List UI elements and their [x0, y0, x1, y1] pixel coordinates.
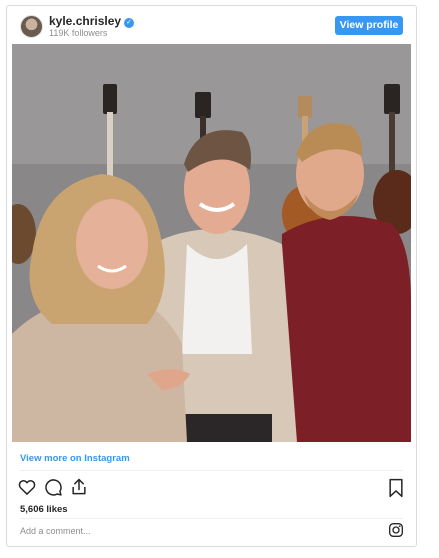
heart-icon[interactable]	[17, 477, 37, 497]
username[interactable]: kyle.chrisley	[49, 14, 121, 28]
group-photo-image	[12, 44, 411, 442]
view-more-link[interactable]: View more on Instagram	[20, 453, 130, 464]
instagram-embed: kyle.chrisley ✓ 119K followers View profi…	[6, 5, 417, 547]
comment-input[interactable]: Add a comment...	[20, 526, 91, 536]
comment-icon[interactable]	[43, 477, 63, 497]
view-profile-button[interactable]: View profile	[335, 16, 403, 35]
likes-count[interactable]: 5,606 likes	[20, 504, 68, 515]
instagram-icon[interactable]	[388, 522, 404, 538]
post-header: kyle.chrisley ✓ 119K followers View profi…	[7, 6, 416, 44]
avatar[interactable]	[20, 15, 43, 38]
bookmark-icon[interactable]	[388, 478, 404, 498]
post-image[interactable]	[12, 44, 411, 442]
divider	[20, 470, 403, 471]
verified-badge-icon: ✓	[124, 18, 135, 28]
username-row[interactable]: kyle.chrisley ✓	[49, 14, 135, 28]
share-icon[interactable]	[69, 477, 89, 497]
divider	[20, 518, 403, 519]
followers-count: 119K followers	[49, 28, 108, 38]
